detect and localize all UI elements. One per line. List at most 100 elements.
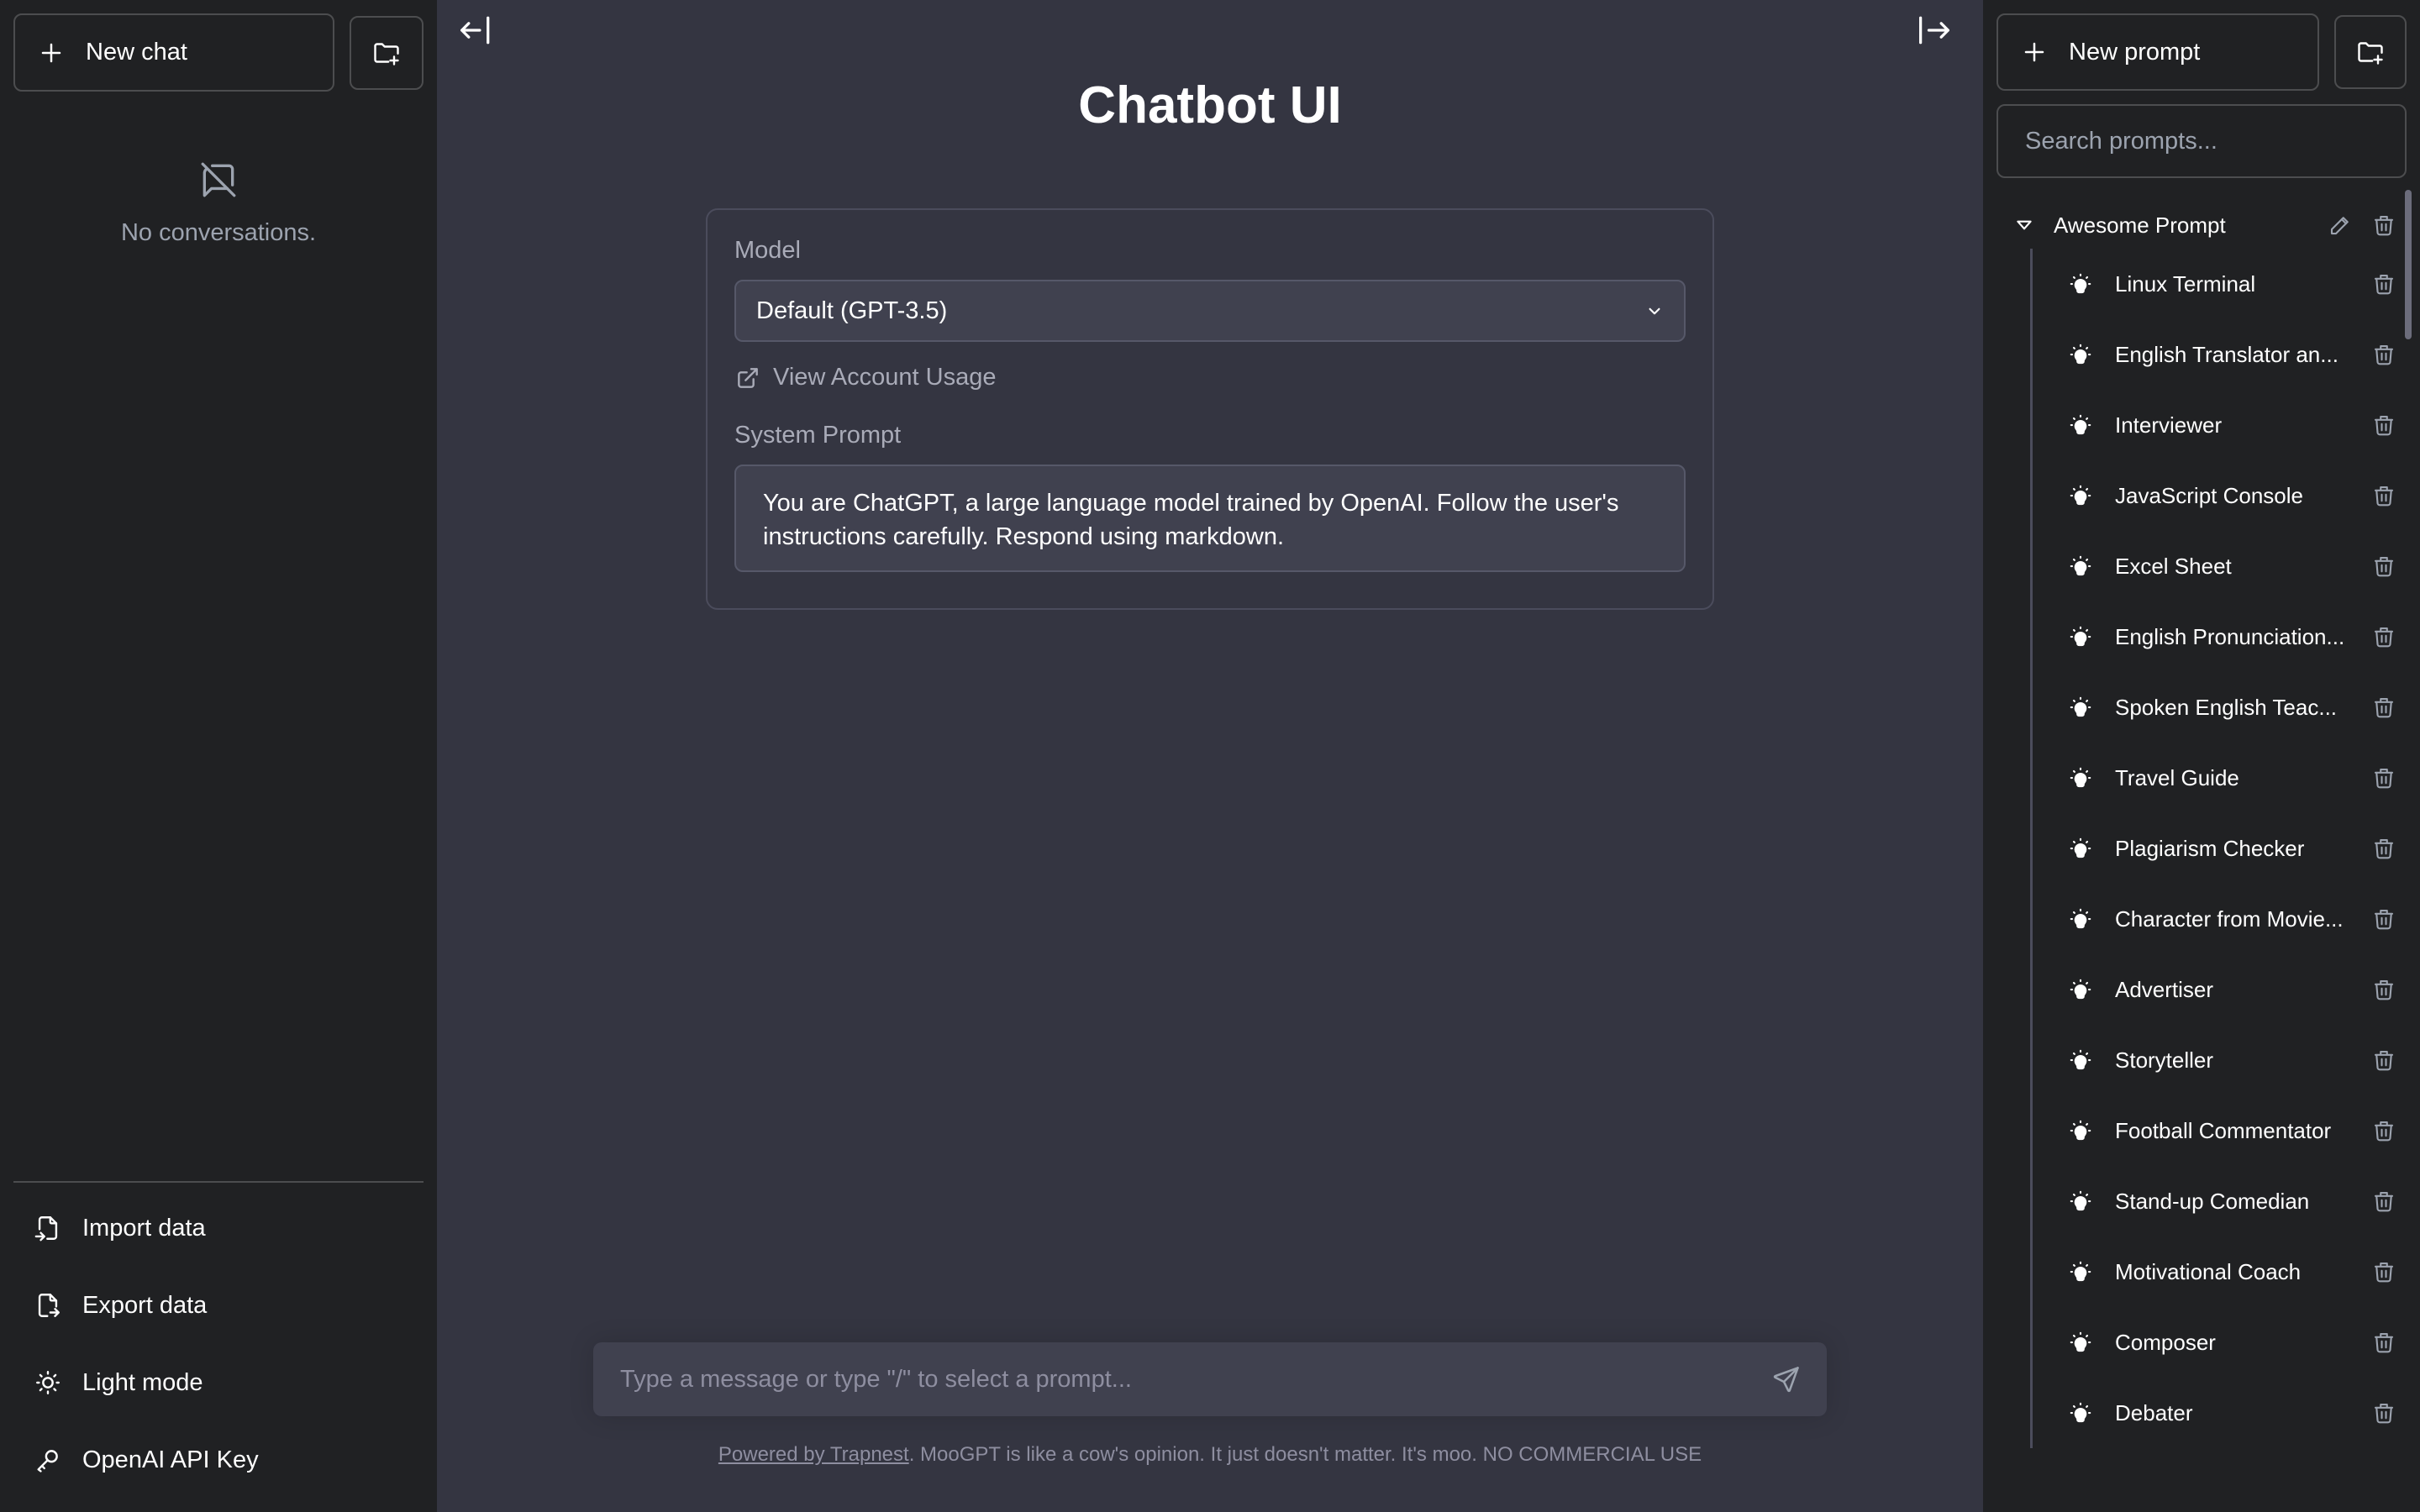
light-mode-button[interactable]: Light mode bbox=[13, 1344, 424, 1421]
prompt-item[interactable]: Composer bbox=[2033, 1307, 2407, 1378]
edit-folder-button[interactable] bbox=[2328, 213, 2353, 238]
bulb-icon bbox=[2068, 412, 2093, 438]
trash-icon bbox=[2371, 906, 2396, 932]
external-link-icon bbox=[734, 365, 761, 391]
prompt-sidebar-header: New prompt bbox=[1996, 13, 2407, 91]
plus-icon bbox=[2022, 39, 2047, 65]
prompt-item[interactable]: Excel Sheet bbox=[2033, 531, 2407, 601]
trash-icon bbox=[2371, 554, 2396, 579]
delete-prompt-button[interactable] bbox=[2371, 695, 2396, 720]
page-title: Chatbot UI bbox=[1078, 76, 1342, 134]
trash-icon bbox=[2371, 1189, 2396, 1214]
caret-down-icon bbox=[2013, 214, 2035, 236]
prompt-item[interactable]: JavaScript Console bbox=[2033, 460, 2407, 531]
trash-icon bbox=[2371, 342, 2396, 367]
prompt-item[interactable]: Motivational Coach bbox=[2033, 1236, 2407, 1307]
prompt-name: Linux Terminal bbox=[2115, 270, 2256, 297]
chat-settings-panel: Model Default (GPT-3.5) View Account Usa… bbox=[706, 208, 1714, 610]
prompt-name: Plagiarism Checker bbox=[2115, 835, 2305, 861]
bulb-icon bbox=[2068, 271, 2093, 297]
send-button[interactable] bbox=[1771, 1364, 1802, 1394]
search-prompts-input[interactable]: Search prompts... bbox=[1996, 104, 2407, 178]
collapse-left-sidebar-button[interactable] bbox=[457, 15, 494, 45]
delete-prompt-button[interactable] bbox=[2371, 1189, 2396, 1214]
powered-by-link[interactable]: Powered by Trapnest bbox=[718, 1443, 909, 1466]
prompt-name: Storyteller bbox=[2115, 1047, 2214, 1073]
system-prompt-textarea[interactable]: You are ChatGPT, a large language model … bbox=[734, 465, 1686, 572]
trash-icon bbox=[2371, 977, 2396, 1002]
prompt-folder[interactable]: Awesome Prompt bbox=[1996, 202, 2407, 249]
view-account-usage-link[interactable]: View Account Usage bbox=[734, 364, 1686, 391]
prompt-item[interactable]: Football Commentator bbox=[2033, 1095, 2407, 1166]
prompt-item[interactable]: Spoken English Teac... bbox=[2033, 672, 2407, 743]
plus-icon bbox=[39, 40, 64, 66]
bulb-icon bbox=[2068, 1047, 2093, 1073]
model-select[interactable]: Default (GPT-3.5) bbox=[734, 280, 1686, 342]
bulb-icon bbox=[2068, 1259, 2093, 1284]
delete-prompt-button[interactable] bbox=[2371, 1118, 2396, 1143]
prompt-item[interactable]: Stand-up Comedian bbox=[2033, 1166, 2407, 1236]
delete-prompt-button[interactable] bbox=[2371, 271, 2396, 297]
delete-prompt-button[interactable] bbox=[2371, 554, 2396, 579]
prompt-item[interactable]: Character from Movie... bbox=[2033, 884, 2407, 954]
delete-folder-button[interactable] bbox=[2371, 213, 2396, 238]
footer-disclaimer: . MooGPT is like a cow's opinion. It jus… bbox=[908, 1443, 1702, 1466]
system-prompt-label: System Prompt bbox=[734, 422, 902, 449]
delete-prompt-button[interactable] bbox=[2371, 1400, 2396, 1425]
prompt-item[interactable]: Interviewer bbox=[2033, 390, 2407, 460]
prompt-name: Advertiser bbox=[2115, 976, 2214, 1002]
prompt-item[interactable]: English Pronunciation... bbox=[2033, 601, 2407, 672]
trash-icon bbox=[2371, 271, 2396, 297]
sidebar-divider bbox=[13, 1181, 424, 1183]
delete-prompt-button[interactable] bbox=[2371, 483, 2396, 508]
bulb-icon bbox=[2068, 695, 2093, 720]
prompt-item[interactable]: English Translator an... bbox=[2033, 319, 2407, 390]
arrow-left-bar-icon bbox=[457, 15, 494, 45]
send-icon bbox=[1771, 1364, 1802, 1394]
delete-prompt-button[interactable] bbox=[2371, 1047, 2396, 1073]
new-prompt-folder-button[interactable] bbox=[2334, 15, 2407, 89]
message-input[interactable]: Type a message or type "/" to select a p… bbox=[620, 1366, 1132, 1394]
prompt-item[interactable]: Linux Terminal bbox=[2033, 249, 2407, 319]
delete-prompt-button[interactable] bbox=[2371, 342, 2396, 367]
bulb-icon bbox=[2068, 765, 2093, 790]
prompt-name: Stand-up Comedian bbox=[2115, 1188, 2310, 1214]
empty-conversations: No conversations. bbox=[13, 159, 424, 247]
footer-text: Powered by Trapnest. MooGPT is like a co… bbox=[437, 1443, 1983, 1467]
prompt-scrollbar[interactable] bbox=[2405, 190, 2412, 339]
new-prompt-button[interactable]: New prompt bbox=[1996, 13, 2319, 91]
collapse-right-sidebar-button[interactable] bbox=[1916, 15, 1953, 45]
prompt-item[interactable]: Travel Guide bbox=[2033, 743, 2407, 813]
delete-prompt-button[interactable] bbox=[2371, 1330, 2396, 1355]
pencil-icon bbox=[2328, 213, 2353, 238]
delete-prompt-button[interactable] bbox=[2371, 836, 2396, 861]
prompt-item[interactable]: Debater bbox=[2033, 1378, 2407, 1448]
folder-plus-icon bbox=[371, 38, 402, 68]
prompt-name: Composer bbox=[2115, 1329, 2216, 1355]
left-sidebar-header: New chat bbox=[13, 13, 424, 92]
new-folder-button[interactable] bbox=[350, 15, 424, 90]
delete-prompt-button[interactable] bbox=[2371, 977, 2396, 1002]
bulb-icon bbox=[2068, 906, 2093, 932]
bulb-icon bbox=[2068, 1330, 2093, 1355]
delete-prompt-button[interactable] bbox=[2371, 412, 2396, 438]
trash-icon bbox=[2371, 765, 2396, 790]
bulb-icon bbox=[2068, 836, 2093, 861]
trash-icon bbox=[2371, 483, 2396, 508]
import-data-button[interactable]: Import data bbox=[13, 1189, 424, 1267]
delete-prompt-button[interactable] bbox=[2371, 624, 2396, 649]
delete-prompt-button[interactable] bbox=[2371, 765, 2396, 790]
prompt-item[interactable]: Storyteller bbox=[2033, 1025, 2407, 1095]
model-select-value: Default (GPT-3.5) bbox=[756, 297, 948, 324]
prompt-item[interactable]: Plagiarism Checker bbox=[2033, 813, 2407, 884]
chevron-down-icon bbox=[1644, 300, 1665, 322]
prompt-item[interactable]: Advertiser bbox=[2033, 954, 2407, 1025]
trash-icon bbox=[2371, 624, 2396, 649]
prompt-name: English Pronunciation... bbox=[2115, 623, 2345, 649]
new-chat-button[interactable]: New chat bbox=[13, 13, 334, 92]
api-key-button[interactable]: OpenAI API Key bbox=[13, 1421, 424, 1499]
trash-icon bbox=[2371, 1330, 2396, 1355]
delete-prompt-button[interactable] bbox=[2371, 1259, 2396, 1284]
export-data-button[interactable]: Export data bbox=[13, 1267, 424, 1344]
delete-prompt-button[interactable] bbox=[2371, 906, 2396, 932]
